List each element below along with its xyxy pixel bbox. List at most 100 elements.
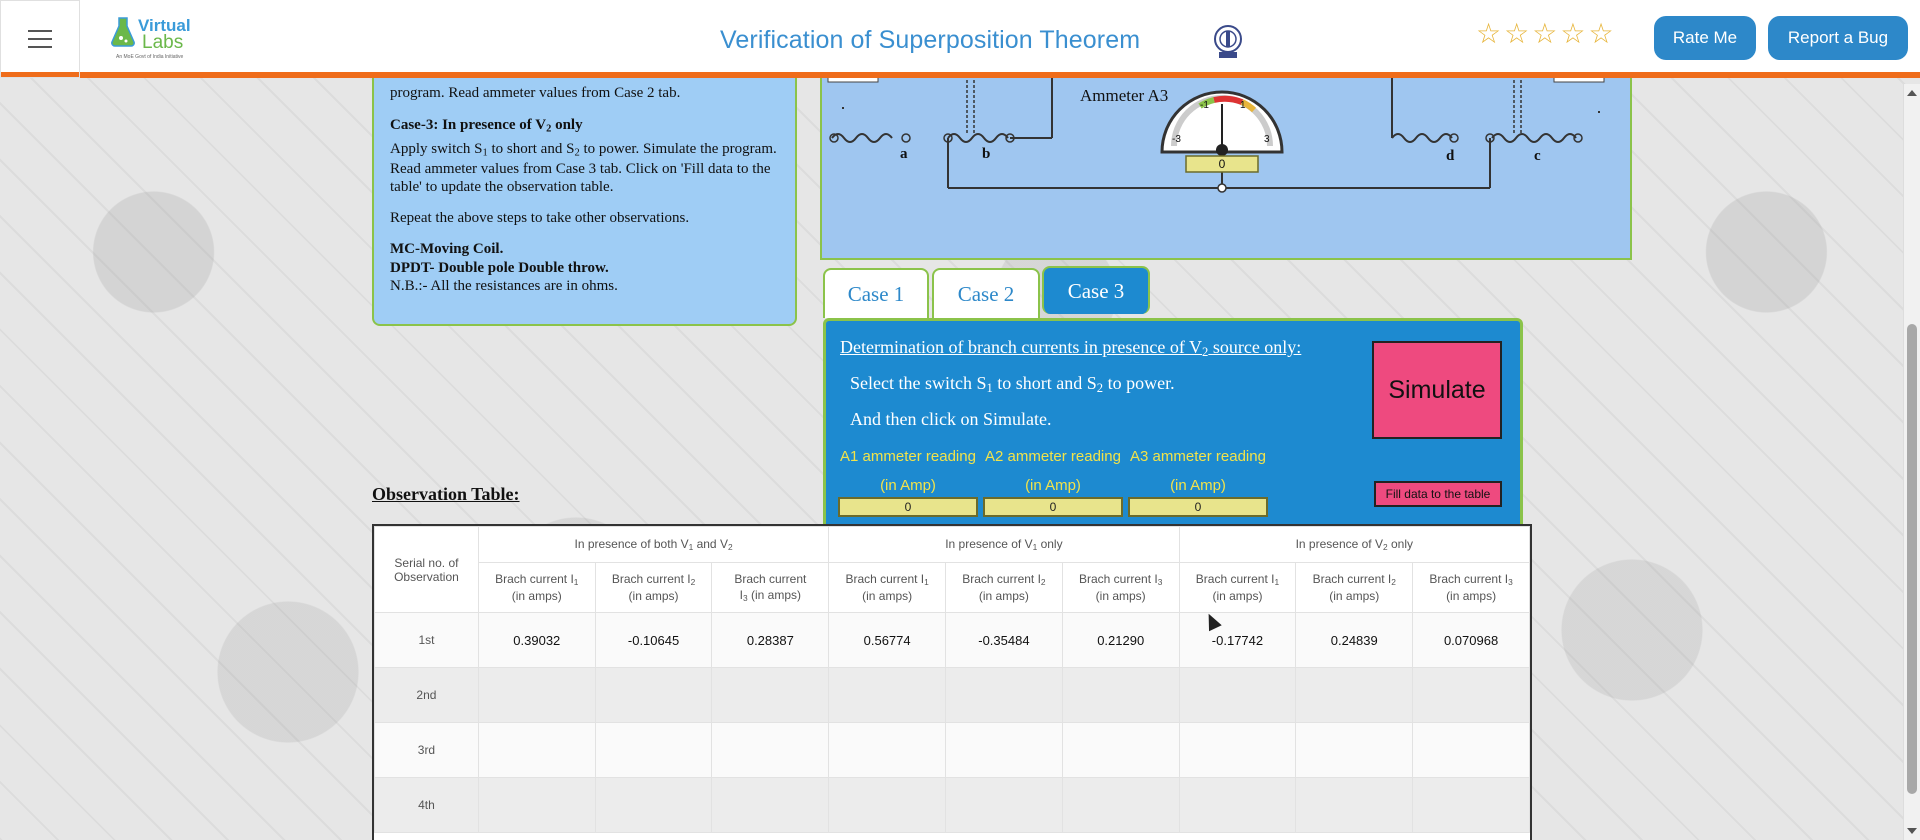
- logo-subtitle: An MoE Govt of India Initiative: [116, 54, 184, 60]
- value-cell: -0.17742: [1178, 612, 1297, 668]
- node-label: c: [1534, 148, 1541, 164]
- observation-table-title: Observation Table:: [372, 484, 520, 504]
- serial-cell: 2nd: [374, 667, 479, 723]
- value-cell: [711, 777, 830, 833]
- value-cell: [828, 722, 947, 778]
- group-header: In presence of V2 only: [1178, 526, 1530, 563]
- rating-stars[interactable]: ☆ ☆ ☆ ☆ ☆: [1476, 20, 1614, 48]
- a3-reading-label: A3 ammeter reading (in Amp): [1130, 448, 1266, 494]
- value-cell: 0.39032: [477, 612, 596, 668]
- value-cell: [945, 722, 1063, 778]
- value-cell: [594, 722, 713, 778]
- column-header: Brach current I3 (in amps): [711, 562, 830, 613]
- institute-emblem-icon: [1214, 25, 1242, 58]
- node-label: b: [982, 146, 991, 162]
- value-cell: [594, 667, 713, 723]
- fill-data-button[interactable]: Fill data to the table: [1374, 481, 1502, 507]
- case3-instruction: Apply switch S1 to short and S2 to power…: [390, 140, 777, 196]
- value-cell: 0.28387: [711, 612, 830, 668]
- value-cell: [1178, 667, 1297, 723]
- column-header: Brach current I1 (in amps): [1178, 562, 1297, 613]
- tab-case-3[interactable]: Case 3: [1042, 266, 1150, 314]
- ammeter-scale-tick: -1: [1200, 100, 1209, 111]
- ammeter-scale-tick: 1: [1240, 100, 1246, 111]
- rate-me-button[interactable]: Rate Me: [1654, 16, 1756, 60]
- column-header: Brach current I2 (in amps): [945, 562, 1063, 613]
- value-cell: [945, 667, 1063, 723]
- column-header: Brach current I1 (in amps): [828, 562, 947, 613]
- logo-word-labs: Labs: [142, 32, 184, 53]
- case3-title: Case-3: In presence of V2 only: [390, 117, 583, 135]
- virtual-labs-logo[interactable]: Virtual Labs An MoE Govt of India Initia…: [110, 14, 200, 62]
- column-header: Brach current I2 (in amps): [1295, 562, 1414, 613]
- value-cell: [1178, 777, 1297, 833]
- case3-panel: Determination of branch currents in pres…: [823, 318, 1523, 534]
- value-cell: [1412, 777, 1530, 833]
- value-cell: [1178, 722, 1297, 778]
- value-cell: [1412, 722, 1530, 778]
- a1-reading-label: A1 ammeter reading (in Amp): [840, 448, 976, 494]
- table-row: 1st 0.39032 -0.10645 0.28387 0.56774 -0.35484…: [374, 612, 1530, 668]
- value-cell: [477, 667, 596, 723]
- value-cell: [1412, 667, 1530, 723]
- repeat-instruction: Repeat the above steps to take other obs…: [390, 210, 690, 226]
- column-header: Brach current I1 (in amps): [477, 562, 596, 613]
- group-header: In presence of both V1 and V2: [477, 526, 830, 563]
- value-cell: 0.070968: [1412, 612, 1530, 668]
- serial-cell: 1st: [374, 612, 479, 668]
- page-scrollbar[interactable]: [1903, 84, 1920, 840]
- circuit-diagram: Ammeter A3 0 -3 -1 1 3 a b d c: [820, 70, 1632, 260]
- value-cell: [828, 777, 947, 833]
- case3-step1: Select the switch S1 to short and S2 to …: [850, 373, 1175, 396]
- scroll-thumb[interactable]: [1907, 324, 1917, 794]
- value-cell: [1295, 777, 1414, 833]
- page-title: Verification of Superposition Theorem: [720, 26, 1141, 54]
- simulate-button[interactable]: Simulate: [1372, 341, 1502, 439]
- case3-heading: Determination of branch currents in pres…: [840, 337, 1302, 360]
- a2-reading-value: 0: [983, 497, 1123, 517]
- value-cell: [945, 777, 1063, 833]
- resistance-note: N.B.:- All the resistances are in ohms.: [390, 278, 618, 295]
- value-cell: [711, 667, 830, 723]
- value-cell: [477, 722, 596, 778]
- scroll-down-icon[interactable]: [1907, 828, 1917, 834]
- column-header: Brach current I3 (in amps): [1412, 562, 1530, 613]
- instruction-case2-tail: program. Read ammeter values from Case 2…: [390, 85, 681, 101]
- star-icon[interactable]: ☆: [1476, 20, 1501, 48]
- a1-reading-value: 0: [838, 497, 978, 517]
- scroll-up-icon[interactable]: [1907, 90, 1917, 96]
- star-icon[interactable]: ☆: [1532, 20, 1557, 48]
- table-row: 2nd: [374, 667, 1530, 723]
- column-header: Brach current I2 (in amps): [594, 562, 713, 613]
- value-cell: [711, 722, 830, 778]
- value-cell: -0.35484: [945, 612, 1063, 668]
- ammeter-value: 0: [1218, 157, 1226, 171]
- serial-header: Serial no. of Observation: [374, 526, 479, 613]
- star-icon[interactable]: ☆: [1560, 20, 1585, 48]
- value-cell: [1061, 722, 1180, 778]
- ammeter-scale-tick: -3: [1172, 134, 1181, 145]
- value-cell: [1061, 667, 1180, 723]
- value-cell: 0.56774: [828, 612, 947, 668]
- case3-step2: And then click on Simulate.: [850, 409, 1052, 429]
- group-header: In presence of V1 only: [828, 526, 1180, 563]
- ammeter-label: Ammeter A3: [1080, 86, 1169, 105]
- star-icon[interactable]: ☆: [1588, 20, 1613, 48]
- top-header: Virtual Labs An MoE Govt of India Initia…: [0, 0, 1920, 78]
- ammeter-scale-tick: 3: [1264, 134, 1270, 145]
- a3-reading-value: 0: [1128, 497, 1268, 517]
- report-bug-button[interactable]: Report a Bug: [1768, 16, 1908, 60]
- tab-case-1[interactable]: Case 1: [823, 268, 929, 318]
- node-label: a: [900, 146, 908, 162]
- observation-table: Serial no. of Observation In presence of…: [372, 524, 1532, 840]
- value-cell: -0.10645: [594, 612, 713, 668]
- instructions-panel: program. Read ammeter values from Case 2…: [372, 70, 797, 326]
- tab-case-2[interactable]: Case 2: [932, 268, 1040, 318]
- table-row: 3rd: [374, 722, 1530, 778]
- menu-button[interactable]: [0, 0, 80, 78]
- star-icon[interactable]: ☆: [1504, 20, 1529, 48]
- serial-cell: 3rd: [374, 722, 479, 778]
- dpdt-note: DPDT- Double pole Double throw.: [390, 259, 609, 276]
- mc-note: MC-Moving Coil.: [390, 240, 504, 257]
- value-cell: 0.24839: [1295, 612, 1414, 668]
